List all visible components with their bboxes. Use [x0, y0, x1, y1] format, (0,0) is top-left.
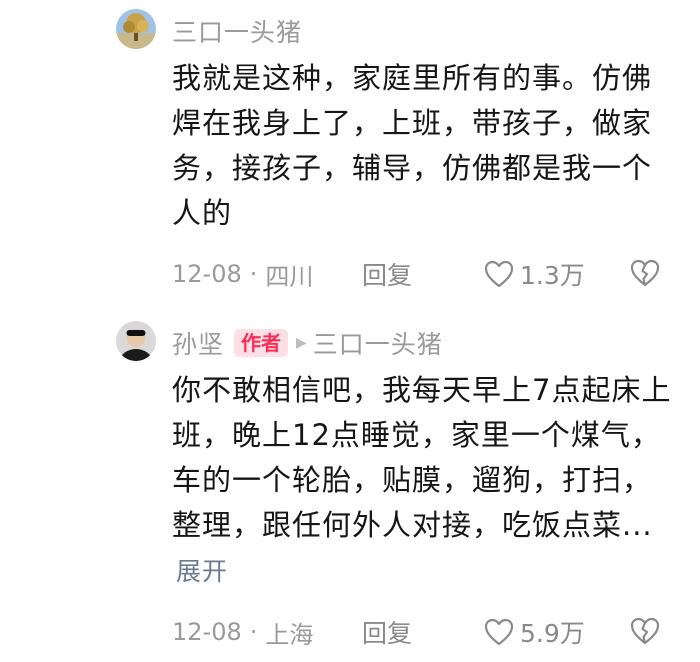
person-portrait-avatar-icon: [116, 321, 156, 361]
reply-arrow-icon: ▶: [296, 335, 307, 351]
broken-heart-icon: [630, 259, 660, 287]
username[interactable]: 孙坚: [172, 325, 224, 361]
broken-heart-icon: [630, 617, 660, 645]
username[interactable]: 三口一头猪: [172, 13, 302, 49]
tree-landscape-avatar-icon: [116, 9, 156, 49]
comment-header: 三口一头猪: [172, 14, 302, 48]
heart-outline-icon: [484, 618, 514, 646]
reply-button[interactable]: 回复: [362, 256, 412, 292]
author-badge: 作者: [234, 329, 289, 357]
comment-text-content: 你不敢相信吧，我每天早上7点起床上班，晚上12点睡觉，家里一个煤气，车的一个轮胎…: [172, 373, 672, 542]
comment-location: 上海: [265, 620, 314, 649]
reply-button[interactable]: 回复: [362, 614, 412, 650]
heart-outline-icon: [484, 260, 514, 288]
user-avatar[interactable]: [116, 9, 156, 49]
comment-date: 12-08: [172, 260, 242, 288]
meta-separator: ·: [249, 260, 258, 288]
comment-item: 孙坚 作者 ▶ 三口一头猪 你不敢相信吧，我每天早上7点起床上班，晚上12点睡觉…: [0, 312, 700, 662]
comment-header: 孙坚 作者 ▶ 三口一头猪: [172, 326, 443, 360]
comment-date: 12-08: [172, 618, 242, 646]
meta-separator: ·: [249, 618, 258, 646]
comment-meta: 12-08 · 四川 回复 1.3万: [172, 256, 660, 293]
dislike-button[interactable]: [630, 259, 660, 293]
reply-to-username[interactable]: 三口一头猪: [313, 325, 443, 361]
comment-location: 四川: [265, 262, 314, 291]
like-count: 5.9万: [520, 619, 585, 648]
comment-text: 你不敢相信吧，我每天早上7点起床上班，晚上12点睡觉，家里一个煤气，车的一个轮胎…: [172, 368, 672, 594]
expand-link[interactable]: 展开: [176, 557, 228, 586]
comment-meta: 12-08 · 上海 回复 5.9万: [172, 614, 660, 651]
like-button[interactable]: 1.3万: [484, 256, 585, 292]
like-button[interactable]: 5.9万: [484, 614, 585, 650]
comment-text: 我就是这种，家庭里所有的事。仿佛焊在我身上了，上班，带孩子，做家务，接孩子，辅导…: [172, 61, 653, 230]
user-avatar[interactable]: [116, 321, 156, 361]
comment-item: 三口一头猪 我就是这种，家庭里所有的事。仿佛焊在我身上了，上班，带孩子，做家务，…: [0, 0, 700, 300]
dislike-button[interactable]: [630, 617, 660, 651]
like-count: 1.3万: [520, 261, 585, 290]
